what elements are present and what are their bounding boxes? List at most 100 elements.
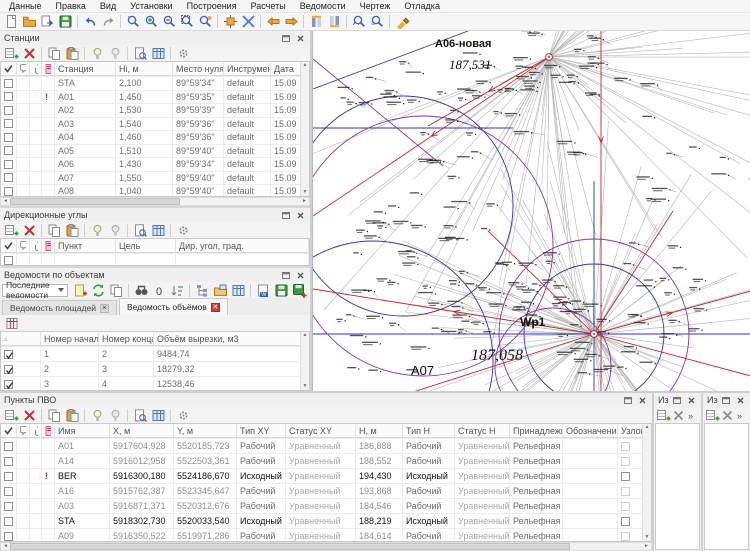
import-document-icon[interactable] bbox=[38, 14, 56, 30]
check-icon[interactable] bbox=[1, 239, 17, 253]
volume-row[interactable]: 2318279,32 bbox=[1, 362, 309, 377]
zoom-out-icon[interactable] bbox=[160, 14, 178, 30]
preview-icon[interactable] bbox=[131, 45, 149, 61]
lamp-off-icon[interactable] bbox=[106, 407, 124, 423]
table-view-icon[interactable] bbox=[149, 222, 167, 238]
column-header-станция[interactable]: Станция bbox=[55, 62, 116, 76]
stations-hscrollbar[interactable]: ◄ ► bbox=[0, 197, 310, 206]
sort-icon[interactable] bbox=[168, 282, 186, 298]
station-row-A04[interactable]: A041,46089°59'36"default15.09 bbox=[1, 131, 309, 145]
station-row-A02[interactable]: A021,53089°59'39"default15.09 bbox=[1, 104, 309, 118]
station-row-A01[interactable]: !A011,45089°59'35"default15.09 bbox=[1, 91, 309, 105]
column-header-y-м[interactable]: Y, м bbox=[174, 424, 237, 438]
copy-page-icon[interactable] bbox=[107, 282, 125, 298]
pan-right-icon[interactable] bbox=[282, 14, 300, 30]
column-header-статус-h[interactable]: Статус H bbox=[455, 424, 510, 438]
check-icon[interactable] bbox=[1, 424, 17, 438]
tab-close-icon[interactable]: ✕ bbox=[100, 304, 109, 313]
menu-item-ведомости[interactable]: Ведомости bbox=[293, 1, 353, 11]
add-row-icon[interactable] bbox=[705, 407, 720, 423]
row-checkbox[interactable] bbox=[1, 362, 41, 376]
redo-icon[interactable] bbox=[99, 14, 117, 30]
close-icon[interactable] bbox=[685, 395, 697, 406]
row-checkbox[interactable] bbox=[1, 454, 17, 468]
station-row-A07[interactable]: A071,55089°59'40"default15.09 bbox=[1, 172, 309, 186]
add-row-icon[interactable] bbox=[656, 407, 671, 423]
zoom-in-icon[interactable] bbox=[142, 14, 160, 30]
find-point-icon[interactable]: A bbox=[350, 14, 368, 30]
row-checkbox[interactable] bbox=[1, 118, 17, 131]
tab-close-icon[interactable]: ✕ bbox=[211, 303, 220, 312]
column-header-имя[interactable]: Имя bbox=[55, 424, 110, 438]
row-checkbox[interactable] bbox=[1, 347, 41, 361]
table-red-icon[interactable] bbox=[3, 315, 21, 331]
menu-item-построения[interactable]: Построения bbox=[180, 1, 244, 11]
export-doc-icon[interactable]: W bbox=[254, 282, 272, 298]
more-icon[interactable]: » bbox=[686, 407, 701, 423]
comment-icon[interactable] bbox=[17, 62, 30, 76]
float-icon[interactable] bbox=[280, 210, 292, 221]
column-header-принадлежность[interactable]: Принадлежность bbox=[510, 424, 563, 438]
table-view-icon[interactable] bbox=[149, 407, 167, 423]
copy-icon[interactable] bbox=[45, 45, 63, 61]
row-checkbox[interactable] bbox=[1, 377, 41, 391]
paperclip-icon[interactable] bbox=[30, 239, 42, 253]
scroll-right-icon[interactable]: ► bbox=[642, 543, 651, 550]
delete-red-icon[interactable] bbox=[20, 45, 38, 61]
column-header[interactable]: Номер начала bbox=[41, 332, 99, 346]
erase-build-icon[interactable] bbox=[393, 14, 411, 30]
row-checkbox[interactable] bbox=[1, 104, 17, 117]
float-icon[interactable] bbox=[671, 395, 683, 406]
map-view[interactable]: А06-новая187,531Wp1187,058А07 bbox=[312, 31, 750, 391]
table-view-icon[interactable] bbox=[149, 45, 167, 61]
pvo-row-A01[interactable]: A015917604,9285520185,723РабочийУравненн… bbox=[1, 439, 651, 454]
pvo-row-A16[interactable]: A165915762,3875523345,647РабочийУравненн… bbox=[1, 484, 651, 499]
column-header-дир-угол-град-[interactable]: Дир. угол, град. bbox=[176, 239, 309, 253]
move-point-icon[interactable] bbox=[221, 14, 239, 30]
paste-icon[interactable] bbox=[63, 407, 81, 423]
column-header-пункт[interactable]: Пункт bbox=[55, 239, 116, 253]
column-header-инструмент[interactable]: Инструмент bbox=[224, 62, 271, 76]
copy-icon[interactable] bbox=[45, 222, 63, 238]
add-row-icon[interactable] bbox=[2, 222, 20, 238]
paste-icon[interactable] bbox=[63, 222, 81, 238]
menu-item-отладка[interactable]: Отладка bbox=[397, 1, 447, 11]
flag-icon[interactable] bbox=[42, 424, 55, 438]
folder-table-icon[interactable] bbox=[211, 282, 229, 298]
float-icon[interactable] bbox=[720, 395, 732, 406]
station-row-STA[interactable]: STA2,10089°59'34"default15.09 bbox=[1, 77, 309, 91]
scroll-left-icon[interactable]: ◄ bbox=[1, 198, 10, 205]
menu-item-данные[interactable]: Данные bbox=[2, 1, 49, 11]
more-icon[interactable]: » bbox=[735, 407, 750, 423]
volume-vscrollbar[interactable]: ▲▼ bbox=[300, 332, 309, 390]
column-header-тип-xy[interactable]: Тип XY bbox=[237, 424, 286, 438]
menu-item-расчеты[interactable]: Расчеты bbox=[244, 1, 293, 11]
station-row-A06[interactable]: A061,43089°59'34"default15.09 bbox=[1, 158, 309, 172]
table-view-icon[interactable] bbox=[229, 282, 247, 298]
column-header-h-м[interactable]: H, м bbox=[356, 424, 403, 438]
scroll-thumb[interactable] bbox=[10, 198, 180, 205]
volume-row[interactable]: 129484,74 bbox=[1, 347, 309, 362]
station-row-A08[interactable]: A081,04089°59'40"default15.09 bbox=[1, 185, 309, 197]
pvo-row-BER[interactable]: !BER5916300,1805524186,670ИсходныйУравне… bbox=[1, 469, 651, 484]
row-checkbox[interactable] bbox=[1, 529, 17, 542]
add-row-icon[interactable] bbox=[2, 407, 20, 423]
paste-icon[interactable] bbox=[63, 45, 81, 61]
float-icon[interactable] bbox=[280, 33, 292, 44]
station-row-A03[interactable]: A031,54089°59'36"default15.09 bbox=[1, 118, 309, 132]
flag-icon[interactable] bbox=[42, 239, 55, 253]
paperclip-icon[interactable] bbox=[30, 424, 42, 438]
copy-icon[interactable] bbox=[45, 407, 63, 423]
lamp-on-icon[interactable] bbox=[88, 45, 106, 61]
tab-active[interactable]: Ведомость объёмов✕ bbox=[119, 298, 228, 315]
menu-item-чертеж[interactable]: Чертеж bbox=[353, 1, 398, 11]
menu-item-вид[interactable]: Вид bbox=[93, 1, 123, 11]
delete-gray-icon[interactable] bbox=[720, 407, 735, 423]
lamp-on-icon[interactable] bbox=[88, 222, 106, 238]
preview-icon[interactable] bbox=[131, 407, 149, 423]
lamp-off-icon[interactable] bbox=[106, 45, 124, 61]
row-checkbox[interactable] bbox=[1, 77, 17, 90]
tree-icon[interactable] bbox=[193, 282, 211, 298]
station-row-A05[interactable]: A051,51089°59'40"default15.09 bbox=[1, 145, 309, 159]
zoom-region-icon[interactable] bbox=[178, 14, 196, 30]
